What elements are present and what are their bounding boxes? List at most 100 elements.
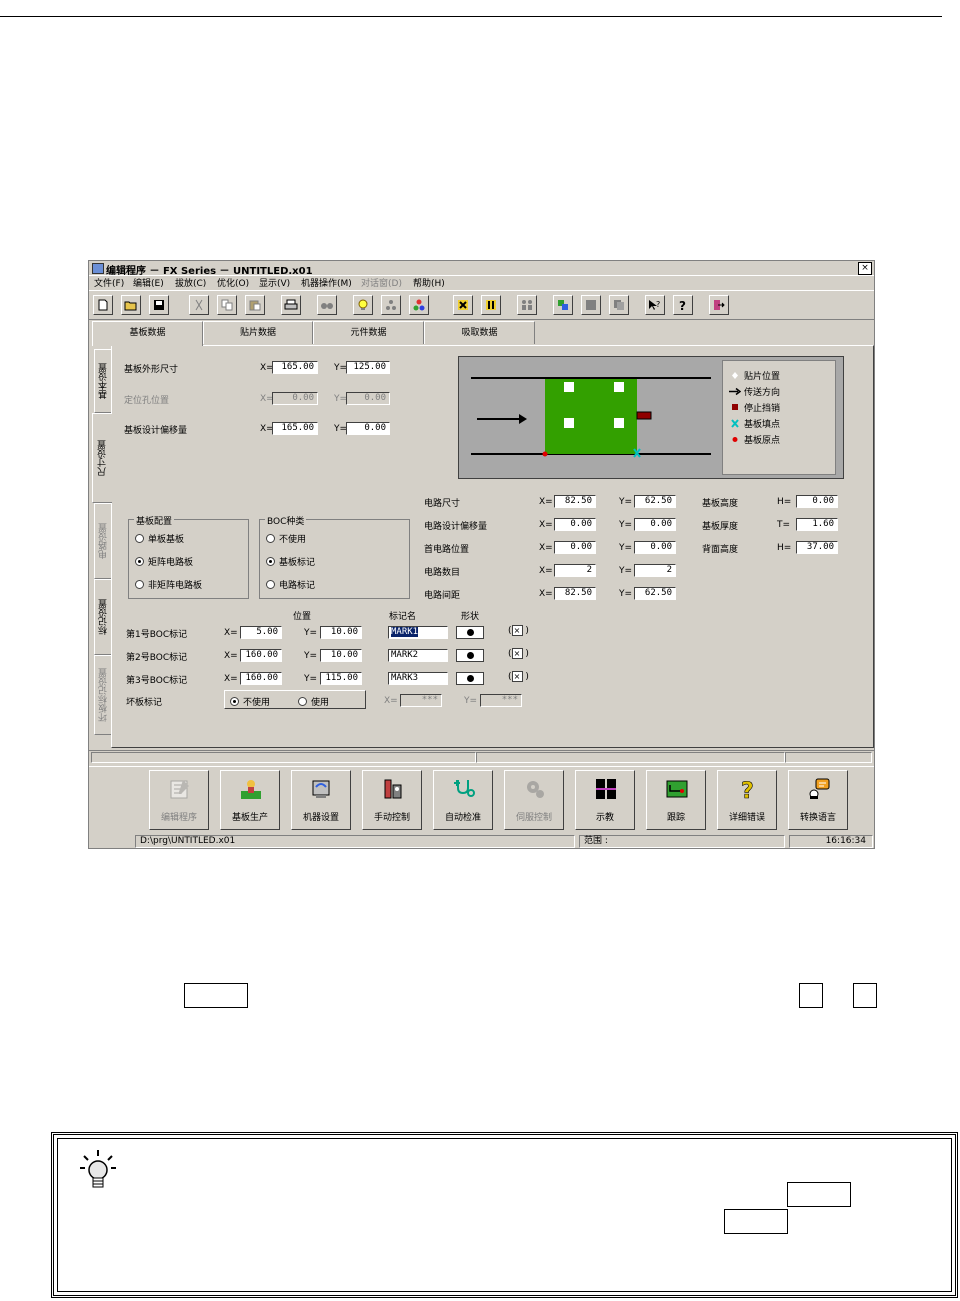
radio-boc-none[interactable]: 不使用 <box>266 532 306 545</box>
teach-button[interactable]: 示教 <box>575 770 635 830</box>
paste-icon[interactable] <box>245 295 265 315</box>
side-tab-mark[interactable]: 标记设置 <box>94 579 112 655</box>
board-outline-x-field[interactable]: 165.00 <box>272 361 318 374</box>
circuit-offset-y-field[interactable]: 0.00 <box>634 518 676 531</box>
circle-shape-icon[interactable] <box>456 626 484 639</box>
key-box <box>724 1209 788 1234</box>
circuit-count-x-field[interactable]: 2 <box>554 564 596 577</box>
balls-icon[interactable] <box>409 295 429 315</box>
menu-view[interactable]: 显示(V) <box>259 276 290 289</box>
boc-mark-1-check[interactable]: (× ) <box>508 625 529 636</box>
back-height-field[interactable]: 37.00 <box>796 541 838 554</box>
board-outline-y-field[interactable]: 125.00 <box>346 361 390 374</box>
circuit-pitch-y-field[interactable]: 62.50 <box>634 587 676 600</box>
save-icon[interactable] <box>149 295 169 315</box>
pages-icon[interactable] <box>609 295 629 315</box>
stop-icon[interactable] <box>581 295 601 315</box>
circuit-offset-x-field[interactable]: 0.00 <box>554 518 596 531</box>
cross-icon <box>729 419 741 428</box>
align-icon[interactable] <box>453 295 473 315</box>
trace-button[interactable]: 跟踪 <box>646 770 706 830</box>
radio-non-matrix-board[interactable]: 非矩阵电路板 <box>135 578 202 591</box>
board-height-field[interactable]: 0.00 <box>796 495 838 508</box>
circuit-size-y-field[interactable]: 62.50 <box>634 495 676 508</box>
exit-icon[interactable] <box>709 295 729 315</box>
close-button[interactable]: × <box>858 262 872 275</box>
circuit-size-x-field[interactable]: 82.50 <box>554 495 596 508</box>
language-button[interactable]: 转换语言 <box>788 770 848 830</box>
boc-mark-1-y-field[interactable]: 10.00 <box>320 626 362 639</box>
boc-mark-1-x-field[interactable]: 5.00 <box>240 626 282 639</box>
error-detail-button[interactable]: ? 详细错误 <box>717 770 777 830</box>
boc-mark-3-y-field[interactable]: 115.00 <box>320 672 362 685</box>
boc-mark-3-x-field[interactable]: 160.00 <box>240 672 282 685</box>
menu-dialog[interactable]: 对话窗(D) <box>361 276 402 289</box>
radio-boc-circuit[interactable]: 电路标记 <box>266 578 315 591</box>
open-folder-icon[interactable] <box>121 295 141 315</box>
color-block-icon[interactable] <box>553 295 573 315</box>
print-icon[interactable] <box>281 295 301 315</box>
auto-check-button[interactable]: 自动检准 <box>433 770 493 830</box>
first-circuit-y-field[interactable]: 0.00 <box>634 541 676 554</box>
help-icon[interactable]: ? <box>673 295 693 315</box>
tab-component-data[interactable]: 元件数据 <box>313 321 424 344</box>
servo-control-button[interactable]: 伺服控制 <box>504 770 564 830</box>
people-icon[interactable] <box>517 295 537 315</box>
radio-single-board[interactable]: 单板基板 <box>135 532 184 545</box>
board-offset-y-field[interactable]: 0.00 <box>346 422 390 435</box>
circuit-pitch-x-field[interactable]: 82.50 <box>554 587 596 600</box>
machine-setup-button[interactable]: 机器设置 <box>291 770 351 830</box>
side-tab-circuit[interactable]: 电路设置 <box>94 503 112 579</box>
tree-icon[interactable] <box>381 295 401 315</box>
boc-mark-2-name-field[interactable]: MARK2 <box>388 649 448 662</box>
radio-bad-mark-on[interactable]: 使用 <box>298 695 329 708</box>
menu-machine[interactable]: 机器操作(M) <box>301 276 352 289</box>
first-circuit-x-field[interactable]: 0.00 <box>554 541 596 554</box>
menu-optimize[interactable]: 优化(O) <box>217 276 249 289</box>
board-thickness-field[interactable]: 1.60 <box>796 518 838 531</box>
x-prefix: X= <box>539 566 553 576</box>
radio-boc-board[interactable]: 基板标记 <box>266 555 315 568</box>
bad-mark-group: 不使用 使用 <box>224 690 366 709</box>
menu-edit[interactable]: 编辑(E) <box>133 276 164 289</box>
hole-y-field[interactable]: 0.00 <box>346 392 390 405</box>
manual-control-button[interactable]: 手动控制 <box>362 770 422 830</box>
tab-board-data[interactable]: 基板数据 <box>92 321 203 346</box>
column-icon[interactable] <box>481 295 501 315</box>
boc-mark-3-check[interactable]: (× ) <box>508 671 529 682</box>
tip-box-inner <box>57 1138 952 1292</box>
boc-mark-3-label: 第3号BOC标记 <box>126 676 188 686</box>
circuit-count-y-field[interactable]: 2 <box>634 564 676 577</box>
menu-file[interactable]: 文件(F) <box>94 276 124 289</box>
boc-mark-2-check[interactable]: (× ) <box>508 648 529 659</box>
circle-shape-icon[interactable] <box>456 649 484 662</box>
radio-matrix-board[interactable]: 矩阵电路板 <box>135 555 193 568</box>
production-button[interactable]: 基板生产 <box>220 770 280 830</box>
copy-icon[interactable] <box>217 295 237 315</box>
board-offset-x-field[interactable]: 165.00 <box>272 422 318 435</box>
boc-mark-2-y-field[interactable]: 10.00 <box>320 649 362 662</box>
circle-shape-icon[interactable] <box>456 672 484 685</box>
menu-help[interactable]: 帮助(H) <box>413 276 445 289</box>
side-tab-basic[interactable]: 基本设置 <box>94 349 112 413</box>
edit-program-button[interactable]: 编辑程序 <box>149 770 209 830</box>
side-tab-size[interactable]: 尺寸设置 <box>92 413 112 503</box>
boc-mark-2-x-field[interactable]: 160.00 <box>240 649 282 662</box>
h-prefix: H= <box>777 543 792 553</box>
tab-pickup-data[interactable]: 吸取数据 <box>424 321 535 344</box>
find-icon[interactable] <box>317 295 337 315</box>
tab-placement-data[interactable]: 贴片数据 <box>203 321 313 344</box>
side-tab-bad-mark[interactable]: 坏板标记设置 <box>94 655 112 735</box>
menu-place[interactable]: 拔放(C) <box>175 276 206 289</box>
hole-x-field[interactable]: 0.00 <box>272 392 318 405</box>
bad-mark-x-field[interactable]: *** <box>400 694 442 707</box>
boc-mark-3-name-field[interactable]: MARK3 <box>388 672 448 685</box>
light-bulb-icon[interactable] <box>353 295 373 315</box>
bad-mark-y-field[interactable]: *** <box>480 694 522 707</box>
cut-icon[interactable] <box>189 295 209 315</box>
radio-bad-mark-off[interactable]: 不使用 <box>230 695 270 708</box>
boc-mark-1-name-field[interactable]: MARK1 <box>388 626 448 639</box>
radio-circle <box>266 534 275 543</box>
pointer-help-icon[interactable]: ? <box>645 295 665 315</box>
new-file-icon[interactable] <box>93 295 113 315</box>
